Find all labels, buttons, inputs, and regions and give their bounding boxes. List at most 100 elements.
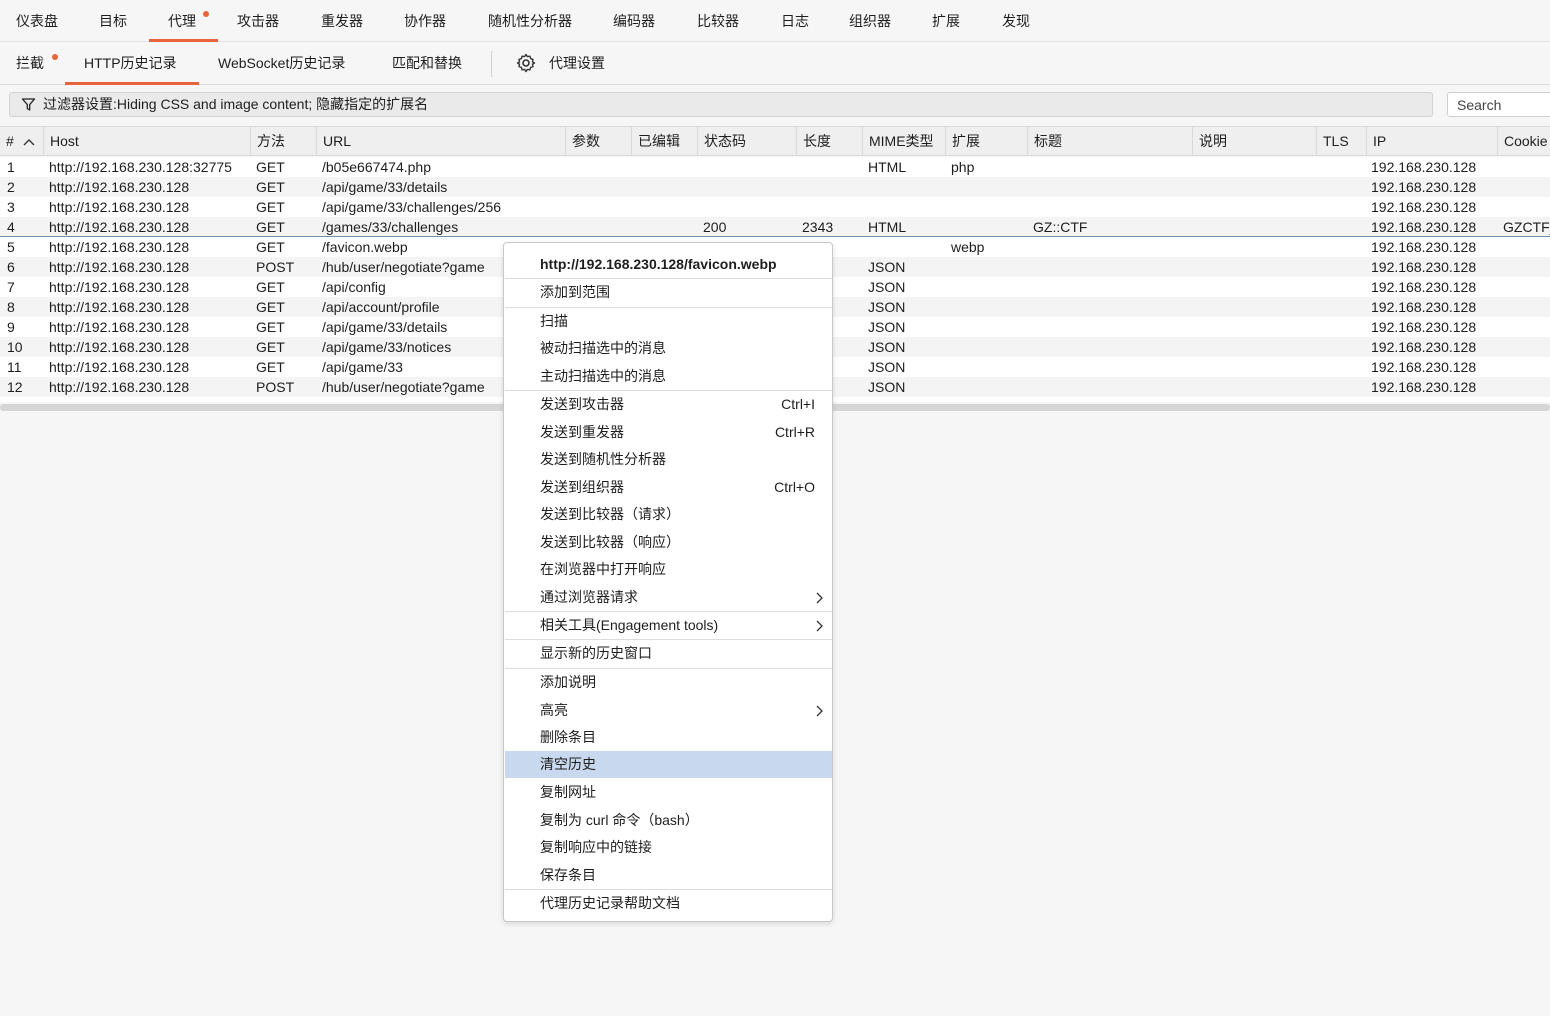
tab-target[interactable]: 目标: [99, 0, 127, 42]
menu-shortcut: Ctrl+R: [774, 424, 815, 440]
menu-item-add-to-scope[interactable]: 添加到范围: [505, 279, 832, 306]
tab-decoder[interactable]: 编码器: [613, 0, 655, 42]
subtab-websocket-history[interactable]: WebSocket历史记录: [218, 42, 345, 84]
table-row[interactable]: 3 http://192.168.230.128 GET /api/game/3…: [0, 197, 1550, 217]
tab-proxy[interactable]: 代理: [149, 0, 218, 42]
tab-repeater[interactable]: 重发器: [321, 0, 363, 42]
tab-sequencer[interactable]: 随机性分析器: [488, 0, 572, 42]
column-header-status[interactable]: 状态码: [697, 127, 797, 155]
column-header-edited[interactable]: 已编辑: [631, 127, 697, 155]
context-menu-url-header: http://192.168.230.128/favicon.webp: [540, 256, 777, 272]
row-ip: 192.168.230.128: [1371, 279, 1477, 295]
column-header-url[interactable]: URL: [316, 127, 565, 155]
menu-item-label: 发送到攻击器: [540, 396, 624, 412]
row-method: GET: [256, 219, 285, 235]
tab-discover[interactable]: 发现: [1002, 0, 1030, 42]
menu-item-copy-as-curl[interactable]: 复制为 curl 命令（bash）: [505, 807, 832, 834]
row-number: 4: [7, 219, 15, 235]
menu-item-copy-url[interactable]: 复制网址: [505, 779, 832, 806]
row-url: /api/game/33/details: [322, 179, 448, 195]
column-header-mime[interactable]: MIME类型: [862, 127, 945, 155]
row-number: 11: [7, 359, 22, 375]
table-row[interactable]: 2 http://192.168.230.128 GET /api/game/3…: [0, 177, 1550, 197]
menu-item-clear-history[interactable]: 清空历史: [505, 751, 832, 778]
menu-item-active-scan[interactable]: 主动扫描选中的消息: [505, 363, 832, 390]
tab-comparer[interactable]: 比较器: [697, 0, 739, 42]
column-header-comment[interactable]: 说明: [1192, 127, 1316, 155]
column-header-cookies[interactable]: Cookie: [1497, 127, 1550, 155]
row-number: 8: [7, 299, 15, 315]
column-header-title[interactable]: 标题: [1027, 127, 1193, 155]
row-url: /api/game/33/details: [322, 319, 448, 335]
row-host: http://192.168.230.128:32775: [49, 159, 232, 175]
gear-icon: [516, 53, 536, 73]
menu-item-scan[interactable]: 扫描: [505, 308, 832, 335]
menu-item-show-new-history-window[interactable]: 显示新的历史窗口: [505, 640, 832, 667]
menu-item-highlight[interactable]: 高亮: [505, 697, 832, 724]
tab-organizer[interactable]: 组织器: [849, 0, 891, 42]
menu-item-label: 通过浏览器请求: [540, 589, 638, 605]
column-header-params[interactable]: 参数: [565, 127, 631, 155]
menu-item-help-docs[interactable]: 代理历史记录帮助文档: [505, 890, 832, 917]
menu-item-show-response-in-browser[interactable]: 在浏览器中打开响应: [505, 556, 832, 583]
row-number: 9: [7, 319, 15, 335]
tab-intruder[interactable]: 攻击器: [237, 0, 279, 42]
menu-item-request-in-browser[interactable]: 通过浏览器请求: [505, 584, 832, 611]
subtab-proxy-settings[interactable]: 代理设置: [516, 42, 605, 84]
menu-item-save-item[interactable]: 保存条目: [505, 862, 832, 889]
row-url: /hub/user/negotiate?game: [322, 379, 485, 395]
subtab-intercept[interactable]: 拦截: [16, 42, 44, 84]
tab-collaborator[interactable]: 协作器: [404, 0, 446, 42]
subtab-proxy-settings-label: 代理设置: [549, 55, 605, 71]
menu-item-add-comment[interactable]: 添加说明: [505, 669, 832, 696]
column-header-extension[interactable]: 扩展: [945, 127, 1028, 155]
menu-item-send-to-organizer[interactable]: 发送到组织器 Ctrl+O: [505, 474, 832, 501]
row-method: GET: [256, 179, 285, 195]
row-number: 2: [7, 179, 15, 195]
menu-item-send-response-to-comparer[interactable]: 发送到比较器（响应）: [505, 529, 832, 556]
row-length: 2343: [802, 219, 834, 235]
column-header-number[interactable]: #: [0, 127, 43, 155]
menu-item-delete-item[interactable]: 删除条目: [505, 724, 832, 751]
tab-dashboard[interactable]: 仪表盘: [16, 0, 58, 42]
row-method: GET: [256, 319, 285, 335]
search-input[interactable]: [1447, 92, 1550, 117]
row-url: /api/config: [322, 279, 386, 295]
menu-item-engagement-tools[interactable]: 相关工具(Engagement tools): [505, 612, 832, 639]
chevron-right-icon: [816, 620, 823, 632]
row-host: http://192.168.230.128: [49, 359, 190, 375]
menu-item-send-to-sequencer[interactable]: 发送到随机性分析器: [505, 446, 832, 473]
menu-item-send-request-to-comparer[interactable]: 发送到比较器（请求）: [505, 501, 832, 528]
subtab-http-history[interactable]: HTTP历史记录: [65, 42, 199, 85]
tab-logger[interactable]: 日志: [781, 0, 809, 42]
row-url: /api/game/33/challenges/256: [322, 199, 502, 215]
menu-item-passive-scan[interactable]: 被动扫描选中的消息: [505, 335, 832, 362]
column-header-host[interactable]: Host: [43, 127, 251, 155]
filter-settings-text: 过滤器设置:Hiding CSS and image content; 隐藏指定…: [43, 96, 429, 112]
menu-item-send-to-repeater[interactable]: 发送到重发器 Ctrl+R: [505, 419, 832, 446]
row-ip: 192.168.230.128: [1371, 319, 1477, 335]
subtab-match-replace[interactable]: 匹配和替换: [392, 42, 462, 84]
table-row[interactable]: 4 http://192.168.230.128 GET /games/33/c…: [0, 217, 1550, 237]
menu-item-copy-links-in-response[interactable]: 复制响应中的链接: [505, 834, 832, 861]
row-number: 1: [7, 159, 15, 175]
row-number: 6: [7, 259, 15, 275]
column-header-ip[interactable]: IP: [1366, 127, 1498, 155]
row-host: http://192.168.230.128: [49, 279, 190, 295]
column-header-length[interactable]: 长度: [796, 127, 863, 155]
row-method: GET: [256, 299, 285, 315]
row-url: /api/game/33: [322, 359, 403, 375]
tab-extensions[interactable]: 扩展: [932, 0, 960, 42]
column-header-method[interactable]: 方法: [250, 127, 317, 155]
row-ip: 192.168.230.128: [1371, 379, 1477, 395]
row-method: GET: [256, 199, 285, 215]
row-mime: JSON: [868, 279, 906, 295]
filter-bar[interactable]: 过滤器设置:Hiding CSS and image content; 隐藏指定…: [9, 92, 1433, 117]
row-number: 7: [7, 279, 15, 295]
row-method: POST: [256, 379, 295, 395]
row-mime: HTML: [868, 219, 907, 235]
row-url: /b05e667474.php: [322, 159, 431, 175]
menu-item-send-to-intruder[interactable]: 发送到攻击器 Ctrl+I: [505, 391, 832, 418]
column-header-tls[interactable]: TLS: [1316, 127, 1366, 155]
table-row[interactable]: 1 http://192.168.230.128:32775 GET /b05e…: [0, 157, 1550, 177]
